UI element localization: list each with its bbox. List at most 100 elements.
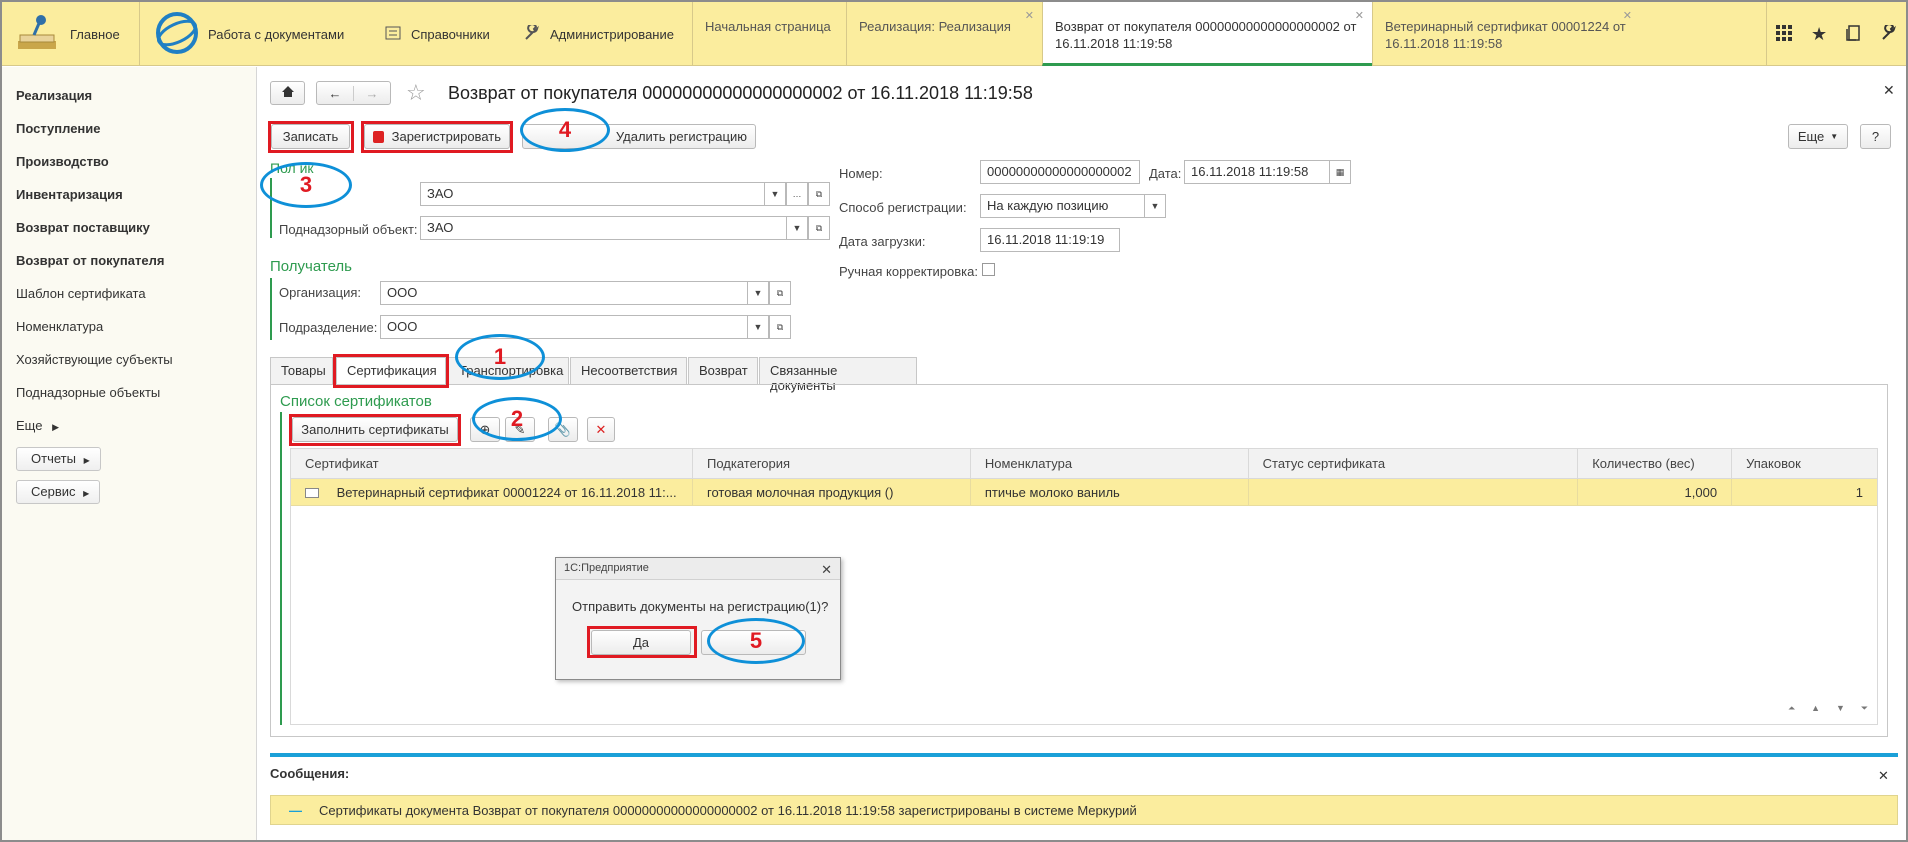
sidebar-item-objects[interactable]: Поднадзорные объекты [16, 385, 160, 400]
tab-goods[interactable]: Товары [270, 357, 333, 384]
dialog-title-text: 1С:Предприятие [564, 562, 649, 574]
tab-realization[interactable]: Реализация: Реализация ✕ [846, 2, 1042, 66]
annotation-5: 5 [707, 618, 805, 664]
table-frame [290, 448, 1878, 725]
tab-return-from-buyer[interactable]: Возврат от покупателя 000000000000000000… [1042, 2, 1372, 66]
prev-row-icon[interactable]: ▲ [1811, 703, 1820, 723]
more-button[interactable]: Еще ▼ [1788, 124, 1848, 149]
tab-label: Возврат от покупателя 000000000000000000… [1055, 19, 1357, 51]
close-icon[interactable]: ✕ [821, 562, 832, 578]
close-icon[interactable]: ✕ [1355, 8, 1364, 25]
wrench-icon[interactable] [1881, 22, 1897, 44]
sidebar-item-more[interactable]: Еще ▶ [16, 418, 59, 433]
sidebar-item-nomenclature[interactable]: Номенклатура [16, 319, 103, 334]
load-date-label: Дата загрузки: [839, 234, 926, 249]
sender-org-field[interactable]: ЗАО [420, 182, 765, 206]
number-field[interactable]: 00000000000000000002 [980, 160, 1140, 184]
top-right-tools: ★ [1766, 2, 1906, 66]
reports-button[interactable]: Отчеты ▶ [16, 447, 101, 471]
tab-return[interactable]: Возврат [688, 357, 758, 384]
annotation-2: 2 [472, 397, 562, 441]
chevron-down-icon[interactable]: ▼ [747, 315, 769, 339]
ellipsis-button[interactable]: … [786, 182, 808, 206]
chevron-down-icon[interactable]: ▼ [747, 281, 769, 305]
sidebar-item-entities[interactable]: Хозяйствующие субъекты [16, 352, 173, 367]
delete-icon: ✕ [595, 421, 607, 437]
1c-logo-icon [156, 11, 198, 57]
home-button[interactable] [270, 81, 305, 105]
close-icon[interactable]: ✕ [1025, 8, 1034, 25]
help-button[interactable]: ? [1860, 124, 1891, 149]
org-field[interactable]: ООО [380, 281, 748, 305]
open-link-icon[interactable]: ⧉ [769, 315, 791, 339]
home-icon [281, 85, 295, 101]
open-link-icon[interactable]: ⧉ [808, 216, 830, 240]
section-references[interactable]: Справочники [385, 2, 490, 66]
sidebar-item-receipt[interactable]: Поступление [16, 121, 101, 136]
sidebar-item-production[interactable]: Производство [16, 154, 109, 169]
receiver-group-bar [270, 278, 272, 340]
sidebar-more-label: Еще [16, 418, 43, 433]
triangle-right-icon: ▶ [83, 489, 90, 498]
top-bar: Главное Работа с документами Справочники… [2, 2, 1906, 66]
last-row-icon[interactable]: ⏷ [1861, 703, 1868, 723]
triangle-right-icon: ▶ [52, 422, 59, 432]
calendar-icon[interactable]: ▦ [1329, 160, 1351, 184]
sidebar-item-cert-template[interactable]: Шаблон сертификата [16, 286, 146, 301]
sidebar-item-realization[interactable]: Реализация [16, 88, 92, 103]
section-admin[interactable]: Администрирование [524, 2, 674, 66]
service-label: Сервис [31, 484, 76, 499]
desk-lamp-icon [14, 13, 60, 56]
chevron-down-icon: ▼ [1830, 132, 1839, 141]
manual-checkbox[interactable] [982, 263, 995, 276]
grid-icon[interactable] [1776, 24, 1793, 44]
reports-label: Отчеты [31, 451, 76, 466]
highlight-fill [289, 414, 461, 446]
chevron-down-icon[interactable]: ▼ [1144, 194, 1166, 218]
history-icon[interactable] [1846, 24, 1862, 44]
close-icon[interactable]: ✕ [1623, 8, 1632, 25]
message-text: Сертификаты документа Возврат от покупат… [319, 802, 1137, 818]
tab-related-docs[interactable]: Связанные документы [759, 357, 917, 393]
highlight-write [268, 121, 354, 153]
reg-method-field[interactable]: На каждую позицию [980, 194, 1145, 218]
next-row-icon[interactable]: ▼ [1836, 703, 1845, 723]
dept-label: Подразделение: [279, 320, 378, 335]
date-field[interactable]: 16.11.2018 11:19:58 [1184, 160, 1330, 184]
dept-field[interactable]: ООО [380, 315, 748, 339]
tab-vet-certificate[interactable]: Ветеринарный сертификат 00001224 от 16.1… [1372, 2, 1640, 66]
open-link-icon[interactable]: ⧉ [769, 281, 791, 305]
annotation-3: 3 [260, 162, 352, 208]
star-icon[interactable]: ★ [1811, 24, 1827, 45]
close-icon[interactable]: ✕ [1883, 82, 1895, 99]
forward-arrow-icon[interactable]: → [354, 86, 390, 101]
sidebar-item-return-buyer[interactable]: Возврат от покупателя [16, 253, 164, 268]
more-label: Еще [1797, 129, 1825, 144]
object-field[interactable]: ЗАО [420, 216, 787, 240]
first-row-icon[interactable]: ⏶ [1788, 703, 1795, 723]
dash-icon: — [289, 802, 302, 818]
home-section[interactable]: Главное [2, 2, 140, 66]
delete-row-button[interactable]: ✕ [587, 417, 615, 442]
annotation-1: 1 [455, 334, 545, 380]
document-title: Возврат от покупателя 000000000000000000… [448, 83, 1033, 103]
confirm-dialog: 1С:Предприятие ✕ Отправить документы на … [555, 557, 841, 680]
close-icon[interactable]: ✕ [1878, 768, 1889, 784]
favorite-star-icon[interactable]: ☆ [406, 80, 426, 106]
back-arrow-icon[interactable]: ← [317, 85, 354, 101]
tab-nonconformity[interactable]: Несоответствия [570, 357, 687, 384]
chevron-down-icon[interactable]: ▼ [786, 216, 808, 240]
open-link-icon[interactable]: ⧉ [808, 182, 830, 206]
chevron-down-icon[interactable]: ▼ [764, 182, 786, 206]
service-button[interactable]: Сервис ▶ [16, 480, 101, 504]
section-documents[interactable]: Работа с документами [142, 2, 364, 66]
section-admin-label: Администрирование [550, 26, 674, 42]
manual-label: Ручная корректировка: [839, 264, 978, 279]
list-icon [385, 26, 401, 43]
section-documents-label: Работа с документами [208, 26, 345, 42]
sidebar-item-inventory[interactable]: Инвентаризация [16, 187, 123, 202]
triangle-right-icon: ▶ [83, 456, 90, 465]
sidebar-item-return-supplier[interactable]: Возврат поставщику [16, 220, 150, 235]
reg-method-label: Способ регистрации: [839, 200, 967, 215]
tab-start-page[interactable]: Начальная страница [692, 2, 846, 66]
